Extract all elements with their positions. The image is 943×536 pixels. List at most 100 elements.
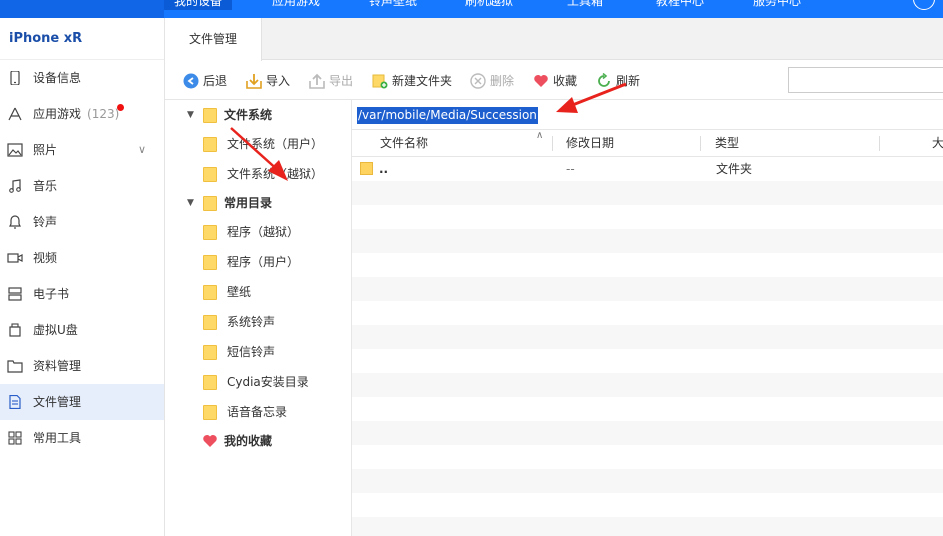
folder-icon [203, 225, 217, 240]
sidebar-item-video[interactable]: 视频 [0, 240, 164, 276]
import-button[interactable]: 导入 [246, 72, 290, 90]
empty-row [352, 253, 943, 277]
path-input[interactable]: /var/mobile/Media/Succession [357, 107, 538, 124]
chevron-down-icon[interactable]: ∨ [138, 132, 146, 168]
folder-icon [203, 405, 217, 420]
sidebar-item-label: 音乐 [33, 179, 58, 193]
export-button[interactable]: 导出 [309, 72, 353, 90]
tab-my-device[interactable]: 我的设备 [164, 0, 233, 10]
folder-icon [7, 360, 23, 373]
tree-item-label: 我的收藏 [224, 434, 273, 448]
empty-row [352, 181, 943, 205]
sidebar-item-label: 应用游戏 [33, 107, 82, 121]
refresh-button[interactable]: 刷新 [596, 72, 640, 90]
file-list: .. -- 文件夹 [352, 157, 943, 536]
sidebar-item-tools[interactable]: 常用工具 [0, 420, 164, 456]
sidebar: iPhone xR 设备信息 应用游戏 (123) 照片 ∨ 音乐 铃声 视频 电… [0, 18, 165, 536]
empty-row [352, 517, 943, 536]
tab-tutorials[interactable]: 教程中心 [656, 0, 704, 10]
tree-item-label: 壁纸 [227, 285, 252, 299]
export-icon [309, 73, 325, 89]
folder-icon [203, 285, 217, 300]
path-bar[interactable]: /var/mobile/Media/Succession [352, 100, 943, 130]
column-divider[interactable] [700, 136, 701, 151]
apps-icon [8, 107, 22, 121]
tree-item-label: 系统铃声 [227, 315, 276, 329]
tab-ringtones-wallpapers[interactable]: 铃声壁纸 [369, 0, 417, 10]
expand-caret-icon[interactable]: ▼ [187, 190, 194, 216]
tab-flash-jailbreak[interactable]: 刷机越狱 [465, 0, 513, 10]
notification-dot [117, 104, 124, 111]
column-header-name[interactable]: 文件名称 [380, 130, 428, 157]
file-toolbar: 后退 导入 导出 新建文件夹 删除 收藏 刷新 [165, 61, 943, 100]
empty-row [352, 325, 943, 349]
sidebar-item-label: 文件管理 [33, 395, 82, 409]
sidebar-item-label: 资料管理 [33, 359, 82, 373]
sidebar-item-label: 视频 [33, 251, 58, 265]
apps-count-badge: (123) [87, 107, 120, 121]
sidebar-item-label: 常用工具 [33, 431, 82, 445]
tab-service[interactable]: 服务中心 [753, 0, 801, 10]
sidebar-item-label: 虚拟U盘 [33, 323, 78, 337]
bell-icon [9, 215, 21, 229]
favorite-button[interactable]: 收藏 [533, 72, 577, 90]
folder-icon [360, 162, 373, 175]
back-button[interactable]: 后退 [183, 72, 227, 90]
sidebar-item-music[interactable]: 音乐 [0, 168, 164, 204]
sidebar-item-label: 电子书 [33, 287, 70, 301]
column-header-size[interactable]: 大 [932, 130, 943, 157]
folder-icon [203, 315, 217, 330]
column-divider[interactable] [552, 136, 553, 151]
sidebar-item-data-management[interactable]: 资料管理 [0, 348, 164, 384]
tree-item-label: 语音备忘录 [227, 405, 288, 419]
column-divider[interactable] [879, 136, 880, 151]
search-input[interactable] [788, 67, 943, 93]
phone-icon [10, 71, 20, 85]
table-row[interactable]: .. -- 文件夹 [352, 157, 943, 181]
video-icon [7, 253, 23, 263]
sidebar-item-ebooks[interactable]: 电子书 [0, 276, 164, 312]
new-folder-button[interactable]: 新建文件夹 [372, 72, 452, 90]
file-modified: -- [566, 162, 575, 176]
back-arrow-icon [183, 73, 199, 89]
content-tab-bar: 文件管理 [165, 18, 943, 61]
tab-file-management[interactable]: 文件管理 [165, 18, 262, 61]
tree-item-label: 程序（越狱） [227, 225, 300, 239]
heart-icon [534, 75, 548, 87]
grid-icon [8, 431, 22, 445]
empty-row [352, 349, 943, 373]
tab-toolbox[interactable]: 工具箱 [567, 0, 603, 10]
heart-icon [203, 435, 217, 447]
sidebar-item-ringtones[interactable]: 铃声 [0, 204, 164, 240]
sidebar-item-apps[interactable]: 应用游戏 (123) [0, 96, 164, 132]
tree-item-label: 常用目录 [224, 196, 273, 210]
sidebar-item-virtual-usb[interactable]: 虚拟U盘 [0, 312, 164, 348]
sidebar-item-label: 照片 [33, 143, 58, 157]
sort-ascending-icon[interactable]: ∧ [536, 130, 543, 141]
empty-row [352, 445, 943, 469]
folder-icon [203, 196, 217, 211]
delete-button[interactable]: 删除 [470, 72, 514, 90]
empty-row [352, 397, 943, 421]
user-avatar-icon[interactable] [913, 0, 935, 10]
folder-icon [203, 167, 217, 182]
tab-apps-games[interactable]: 应用游戏 [272, 0, 320, 10]
usb-icon [9, 323, 21, 337]
new-folder-icon [372, 74, 388, 89]
empty-row [352, 469, 943, 493]
folder-icon [203, 108, 217, 123]
sidebar-item-photos[interactable]: 照片 ∨ [0, 132, 164, 168]
column-header-modified[interactable]: 修改日期 [566, 130, 614, 157]
expand-caret-icon[interactable]: ▼ [187, 102, 194, 128]
import-icon [246, 74, 262, 89]
sidebar-item-file-management[interactable]: 文件管理 [0, 384, 164, 420]
sidebar-item-device-info[interactable]: 设备信息 [0, 60, 164, 96]
column-header-type[interactable]: 类型 [715, 130, 739, 157]
empty-row [352, 421, 943, 445]
empty-row [352, 373, 943, 397]
device-name[interactable]: iPhone xR [0, 18, 164, 60]
tree-item-label: 文件系统 [224, 108, 273, 122]
photo-icon [7, 143, 23, 157]
folder-tree: ▼ 文件系统 文件系统（用户） 文件系统（越狱） ▼ 常用目录 程序（越狱） 程… [165, 100, 352, 536]
book-icon [8, 287, 22, 301]
